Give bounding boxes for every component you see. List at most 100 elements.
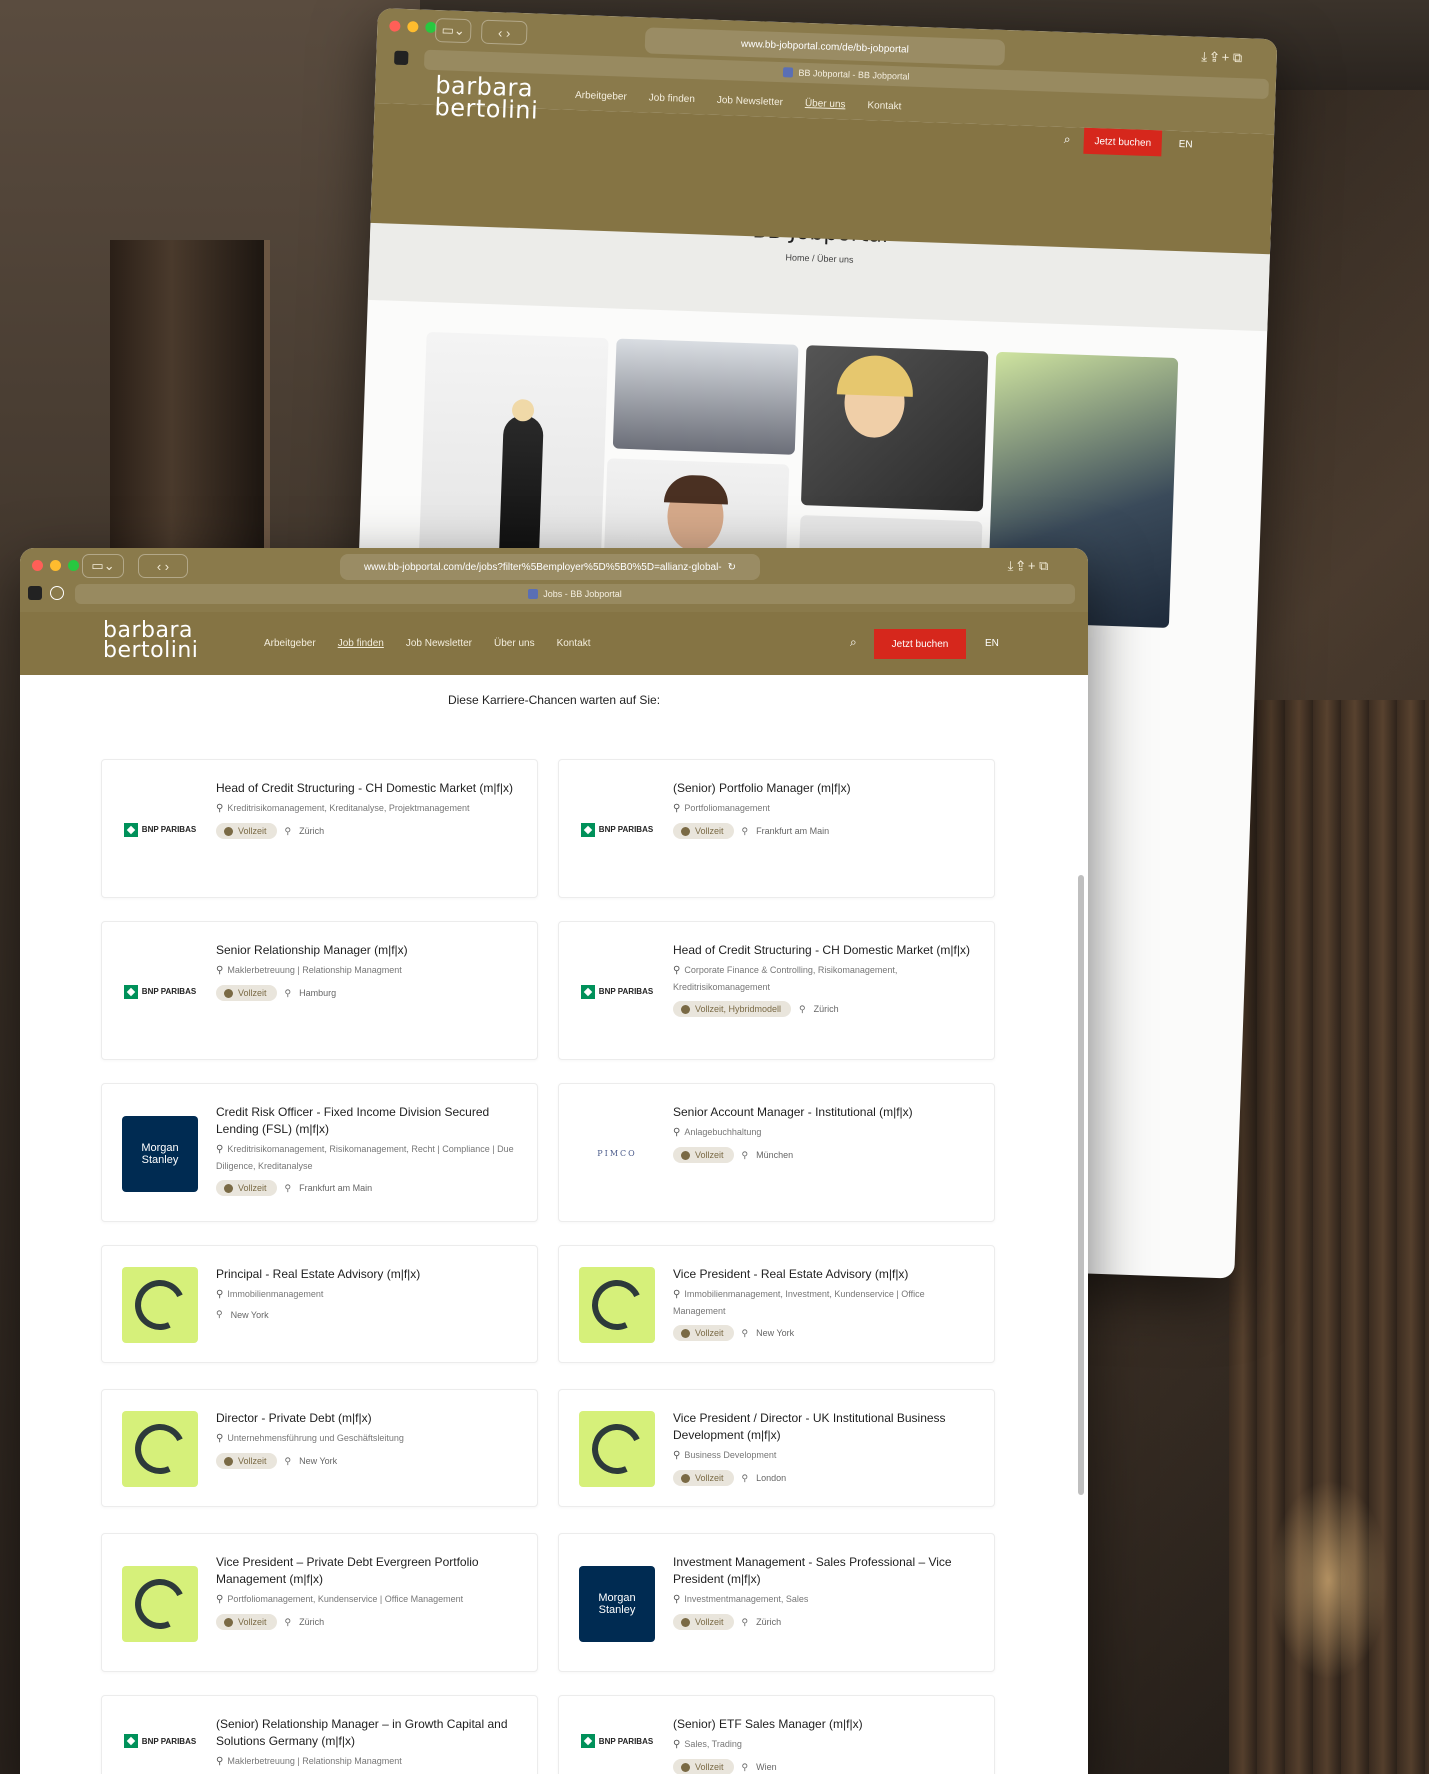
- job-title[interactable]: (Senior) ETF Sales Manager (m|f|x): [673, 1716, 974, 1733]
- site-logo[interactable]: barbara bertolini: [434, 71, 539, 124]
- language-switch[interactable]: EN: [1179, 139, 1193, 150]
- job-categories: ⚲ Immobilienmanagement: [216, 1289, 324, 1300]
- logo-text: Morgan Stanley: [141, 1141, 179, 1166]
- zoom-button[interactable]: [68, 560, 79, 571]
- close-button[interactable]: [389, 20, 401, 32]
- language-switch[interactable]: EN: [985, 638, 999, 649]
- url-text: www.bb-jobportal.com/de/jobs?filter%5Bem…: [363, 561, 722, 573]
- job-card[interactable]: BNP PARIBAS Senior Relationship Manager (…: [101, 921, 538, 1060]
- job-card[interactable]: BNP PARIBAS Head of Credit Structuring - …: [558, 921, 995, 1060]
- job-card[interactable]: Director - Private Debt (m|f|x) ⚲ Unterneh…: [101, 1389, 538, 1507]
- close-button[interactable]: [32, 560, 43, 571]
- reload-icon[interactable]: ↻: [728, 562, 736, 573]
- job-title[interactable]: Head of Credit Structuring - CH Domestic…: [673, 942, 974, 959]
- search-icon[interactable]: ⌕: [1064, 132, 1071, 147]
- job-card[interactable]: Morgan Stanley Credit Risk Officer - Fixe…: [101, 1083, 538, 1222]
- nav-job-finden[interactable]: Job finden: [338, 638, 384, 649]
- job-categories: ⚲ Corporate Finance & Controlling, Risiko…: [673, 965, 898, 992]
- nav-ueber-uns[interactable]: Über uns: [805, 98, 846, 110]
- tab-active[interactable]: Jobs - BB Jobportal: [75, 584, 1075, 604]
- book-button[interactable]: Jetzt buchen: [874, 629, 966, 659]
- job-title[interactable]: Senior Account Manager - Institutional (…: [673, 1104, 974, 1121]
- nav-arbeitgeber[interactable]: Arbeitgeber: [264, 638, 316, 649]
- employer-logo: BNP PARIBAS: [122, 1703, 198, 1774]
- background-door: [110, 240, 270, 570]
- book-button[interactable]: Jetzt buchen: [1083, 127, 1163, 157]
- job-title[interactable]: Investment Management - Sales Profession…: [673, 1554, 974, 1588]
- job-card[interactable]: Morgan Stanley Investment Management - Sa…: [558, 1533, 995, 1672]
- toolbar-actions-icon[interactable]: ⤓ ⇪ + ⧉: [1176, 44, 1267, 71]
- job-categories: ⚲ Portfoliomanagement, Kundenservice | Of…: [216, 1594, 464, 1605]
- minimize-button[interactable]: [50, 560, 61, 571]
- scrollbar[interactable]: [1078, 875, 1084, 1495]
- category-icon: ⚲: [216, 1756, 224, 1767]
- location-pin-icon: ⚲: [284, 825, 292, 836]
- ring-logo-icon: [127, 1272, 193, 1338]
- job-title[interactable]: (Senior) Portfolio Manager (m|f|x): [673, 780, 974, 797]
- job-location: Zürich: [299, 826, 325, 836]
- job-card[interactable]: PIMCO Senior Account Manager - Institutio…: [558, 1083, 995, 1222]
- nav-kontakt[interactable]: Kontakt: [557, 638, 591, 649]
- nav-ueber-uns[interactable]: Über uns: [494, 638, 535, 649]
- job-meta: Vollzeit ⚲ Zürich: [216, 1614, 517, 1630]
- job-card[interactable]: BNP PARIBAS (Senior) Portfolio Manager (m…: [558, 759, 995, 898]
- favicon-icon: [528, 589, 539, 599]
- extension-icon[interactable]: [394, 50, 409, 66]
- logo-text: BNP PARIBAS: [141, 987, 197, 996]
- ring-logo-icon: [584, 1272, 650, 1338]
- clock-icon: [681, 1617, 690, 1627]
- job-listing-page: Diese Karriere-Chancen warten auf Sie: B…: [20, 675, 1088, 1774]
- nav-arrows[interactable]: ‹ ›: [480, 19, 528, 46]
- employment-type-badge: Vollzeit: [216, 1180, 277, 1196]
- nav-job-finden[interactable]: Job finden: [649, 93, 696, 106]
- ring-logo-icon: [127, 1416, 193, 1482]
- job-card[interactable]: BNP PARIBAS (Senior) ETF Sales Manager (m…: [558, 1695, 995, 1774]
- job-title[interactable]: Principal - Real Estate Advisory (m|f|x): [216, 1266, 517, 1283]
- job-location: Zürich: [813, 1004, 839, 1014]
- job-title[interactable]: Vice President / Director - UK Instituti…: [673, 1410, 974, 1444]
- job-card[interactable]: Vice President - Real Estate Advisory (m…: [558, 1245, 995, 1363]
- job-categories: ⚲ Business Development: [673, 1450, 777, 1461]
- site-logo[interactable]: barbara bertolini: [103, 620, 198, 662]
- search-icon[interactable]: ⌕: [850, 635, 857, 650]
- job-title[interactable]: Head of Credit Structuring - CH Domestic…: [216, 780, 517, 797]
- job-title[interactable]: Director - Private Debt (m|f|x): [216, 1410, 517, 1427]
- category-icon: ⚲: [673, 965, 681, 976]
- job-card[interactable]: Vice President / Director - UK Instituti…: [558, 1389, 995, 1507]
- job-title[interactable]: Senior Relationship Manager (m|f|x): [216, 942, 517, 959]
- photo-woman-laughing: [800, 345, 989, 512]
- sidebar-toggle-icon[interactable]: ▭⌄: [82, 554, 124, 578]
- intro-heading: Diese Karriere-Chancen warten auf Sie:: [447, 693, 661, 707]
- nav-arrows[interactable]: ‹ ›: [138, 554, 188, 578]
- category-icon: ⚲: [673, 1594, 681, 1605]
- job-meta: Vollzeit ⚲ New York: [673, 1325, 974, 1341]
- nav-arbeitgeber[interactable]: Arbeitgeber: [575, 90, 627, 103]
- job-title[interactable]: (Senior) Relationship Manager – in Growt…: [216, 1716, 517, 1750]
- job-card[interactable]: Principal - Real Estate Advisory (m|f|x)…: [101, 1245, 538, 1363]
- nav-job-newsletter[interactable]: Job Newsletter: [717, 95, 783, 108]
- job-card[interactable]: BNP PARIBAS (Senior) Relationship Manager…: [101, 1695, 538, 1774]
- profile-icon[interactable]: [50, 586, 64, 600]
- nav-kontakt[interactable]: Kontakt: [867, 100, 901, 112]
- job-location: New York: [756, 1328, 795, 1338]
- job-title[interactable]: Credit Risk Officer - Fixed Income Divis…: [216, 1104, 517, 1138]
- photo-woman-rope: [418, 331, 609, 579]
- location-pin-icon: ⚲: [799, 1003, 806, 1014]
- job-categories: ⚲ Maklerbetreuung | Relationship Managmen…: [216, 965, 402, 976]
- nav-job-newsletter[interactable]: Job Newsletter: [406, 638, 472, 649]
- job-card[interactable]: Vice President – Private Debt Evergreen …: [101, 1533, 538, 1672]
- job-card[interactable]: BNP PARIBAS Head of Credit Structuring - …: [101, 759, 538, 898]
- employment-type-badge: Vollzeit: [673, 1470, 734, 1486]
- address-bar[interactable]: www.bb-jobportal.com/de/jobs?filter%5Bem…: [340, 554, 760, 580]
- employer-logo: [579, 1267, 655, 1343]
- job-title[interactable]: Vice President – Private Debt Evergreen …: [216, 1554, 517, 1588]
- job-meta: Vollzeit ⚲ New York: [216, 1453, 517, 1469]
- employer-logo: BNP PARIBAS: [122, 954, 198, 1030]
- extension-icon[interactable]: [28, 586, 42, 600]
- toolbar-actions-icon[interactable]: ⤓ ⇪ + ⧉: [980, 554, 1076, 578]
- sidebar-toggle-icon[interactable]: ▭⌄: [434, 18, 472, 44]
- minimize-button[interactable]: [407, 21, 419, 33]
- employment-type-badge: Vollzeit: [216, 1453, 277, 1469]
- employer-logo: BNP PARIBAS: [579, 954, 655, 1030]
- job-title[interactable]: Vice President - Real Estate Advisory (m…: [673, 1266, 974, 1283]
